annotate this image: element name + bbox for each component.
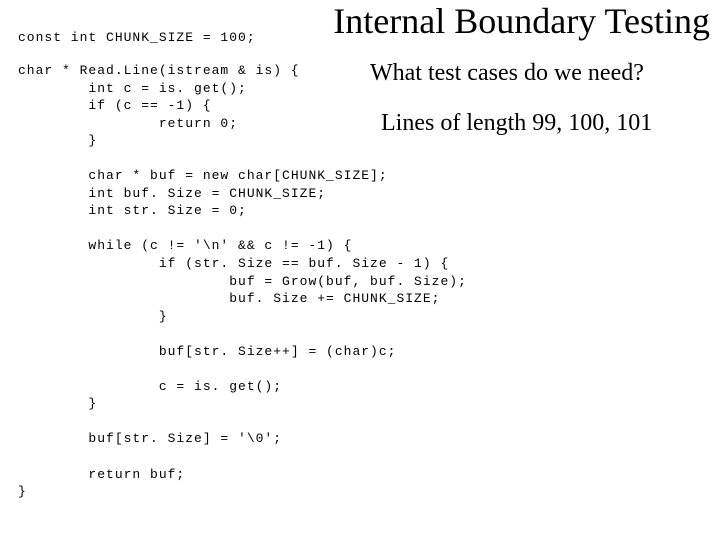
question-text: What test cases do we need? xyxy=(370,60,644,87)
answer-text: Lines of length 99, 100, 101 xyxy=(381,110,652,137)
slide-title: Internal Boundary Testing xyxy=(333,0,710,42)
code-const-line: const int CHUNK_SIZE = 100; xyxy=(18,30,256,45)
slide: Internal Boundary Testing const int CHUN… xyxy=(0,0,720,540)
